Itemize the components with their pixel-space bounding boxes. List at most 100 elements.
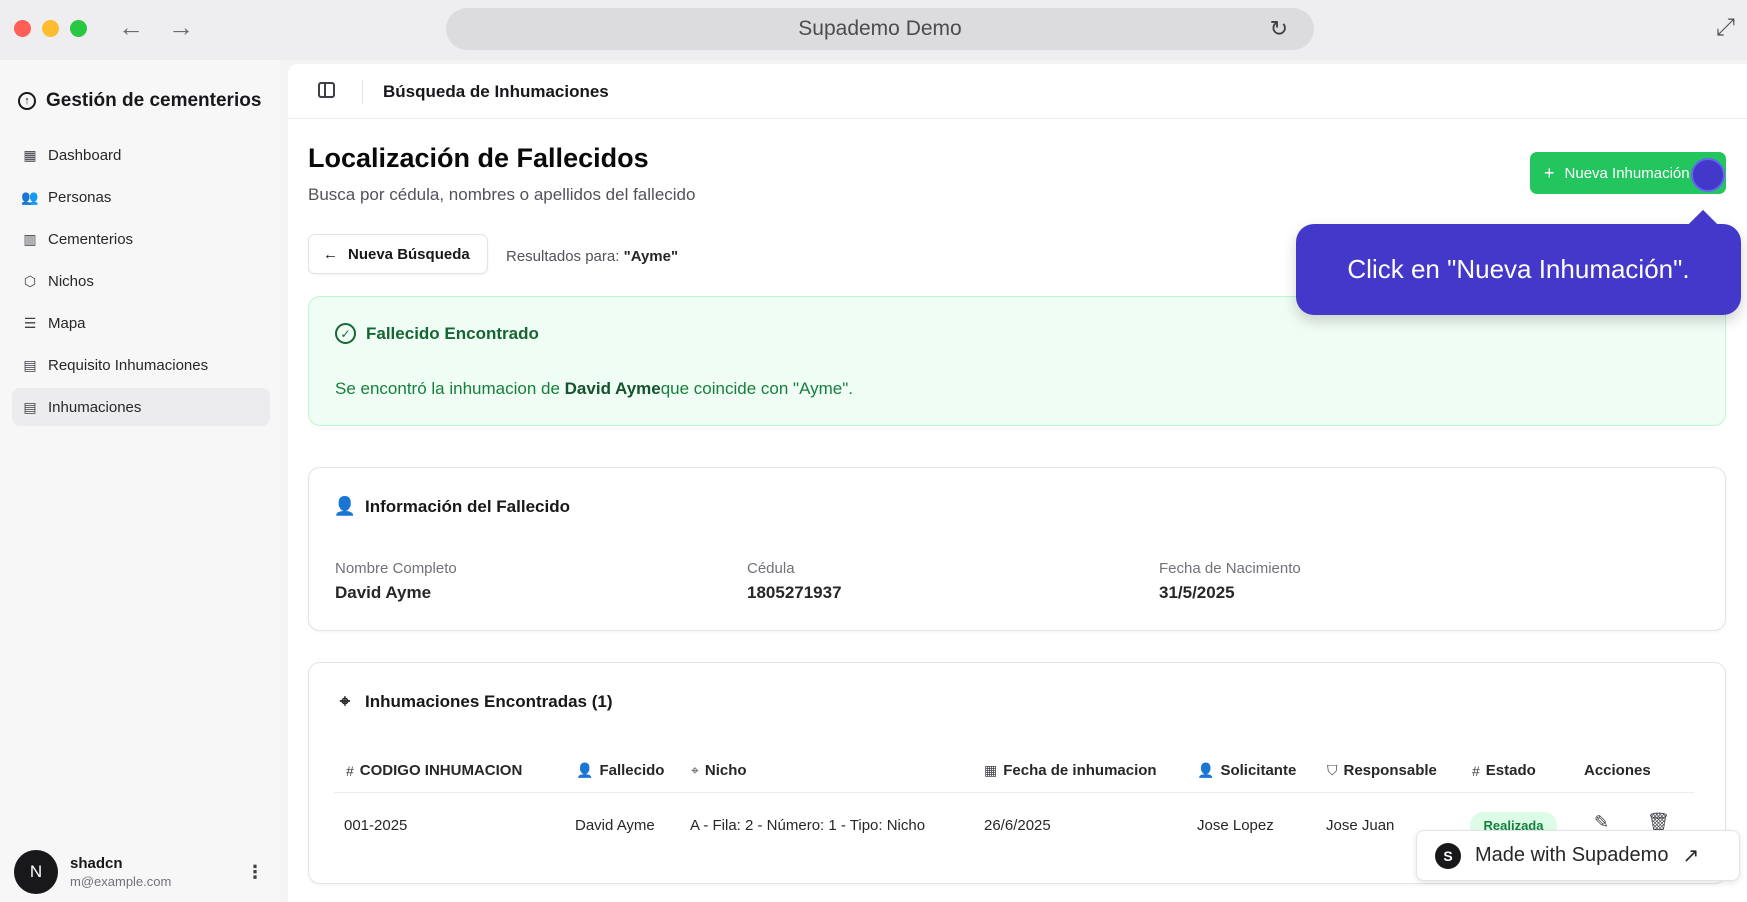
avatar: N bbox=[14, 850, 58, 894]
sidebar-item-label: Personas bbox=[48, 188, 112, 206]
sidebar-nav: ▦ Dashboard 👥 Personas ▥ Cementerios ⬡ N… bbox=[12, 136, 270, 430]
table-divider bbox=[334, 792, 1694, 793]
user-icon: 👤 bbox=[333, 496, 357, 516]
column-header-acciones: Acciones bbox=[1584, 762, 1651, 779]
found-alert: ✓ Fallecido Encontrado Se encontró la in… bbox=[308, 296, 1726, 426]
column-header-label: Nicho bbox=[704, 762, 747, 779]
found-msg-suffix: que coincide con "Ayme". bbox=[660, 379, 853, 398]
brand[interactable]: ↑ Gestión de cementerios bbox=[18, 90, 261, 112]
column-header-label: Estado bbox=[1485, 762, 1536, 779]
breadcrumb: Búsqueda de Inhumaciones bbox=[383, 82, 609, 101]
minimize-window-button[interactable] bbox=[42, 20, 59, 37]
new-search-button[interactable]: ← Nueva Búsqueda bbox=[308, 234, 488, 274]
cell-fecha: 26/6/2025 bbox=[984, 817, 1051, 834]
map-pin-icon: ⌖ bbox=[691, 762, 699, 778]
cell-responsable: Jose Juan bbox=[1326, 817, 1395, 834]
browser-chrome: ← → Supademo Demo ↻ ⤢ bbox=[0, 0, 1747, 60]
back-arrow-icon[interactable]: ← bbox=[118, 12, 144, 42]
topbar: Búsqueda de Inhumaciones bbox=[288, 64, 1747, 119]
field-nombre: Nombre Completo David Ayme bbox=[335, 560, 457, 603]
results-query-value: "Ayme" bbox=[623, 248, 679, 265]
dashboard-icon: ▦ bbox=[23, 146, 37, 163]
sidebar-item-personas[interactable]: 👥 Personas bbox=[12, 178, 270, 216]
sidebar-item-dashboard[interactable]: ▦ Dashboard bbox=[12, 136, 270, 174]
user-icon: 👤 bbox=[576, 762, 594, 778]
page-title: Localización de Fallecidos bbox=[308, 143, 649, 173]
sidebar-item-label: Mapa bbox=[48, 314, 86, 332]
tooltip-text: Click en "Nueva Inhumación". bbox=[1347, 254, 1690, 284]
field-fecha-nacimiento: Fecha de Nacimiento 31/5/2025 bbox=[1159, 560, 1301, 603]
column-header-fallecido[interactable]: 👤 Fallecido bbox=[576, 762, 664, 779]
sidebar-item-label: Inhumaciones bbox=[48, 398, 142, 416]
document-icon: ▤ bbox=[23, 398, 37, 415]
supademo-badge[interactable]: S Made with Supademo ↗ bbox=[1416, 830, 1740, 881]
cell-fallecido: David Ayme bbox=[575, 817, 655, 834]
field-label: Fecha de Nacimiento bbox=[1159, 560, 1301, 577]
click-indicator bbox=[1691, 158, 1725, 192]
sidebar-item-cementerios[interactable]: ▥ Cementerios bbox=[12, 220, 270, 258]
field-cedula: Cédula 1805271937 bbox=[747, 560, 842, 603]
brand-title: Gestión de cementerios bbox=[46, 90, 262, 111]
hash-icon: # bbox=[346, 762, 354, 779]
arrow-left-icon: ← bbox=[323, 245, 338, 263]
found-msg-prefix: Se encontró la inhumacion de bbox=[335, 379, 565, 398]
box-icon: ⬡ bbox=[23, 272, 37, 289]
close-window-button[interactable] bbox=[14, 20, 31, 37]
forward-arrow-icon[interactable]: → bbox=[168, 12, 194, 42]
found-msg-name: David Ayme bbox=[564, 379, 661, 398]
external-link-icon: ↗ bbox=[1682, 845, 1700, 867]
sidebar-toggle-icon[interactable] bbox=[318, 82, 335, 98]
divider bbox=[362, 80, 363, 104]
sidebar-item-mapa[interactable]: ☰ Mapa bbox=[12, 304, 270, 342]
column-header-estado[interactable]: # Estado bbox=[1472, 762, 1536, 779]
column-header-label: Fecha de inhumacion bbox=[1003, 762, 1157, 779]
expand-icon[interactable]: ⤢ bbox=[1716, 14, 1735, 42]
column-header-responsable[interactable]: ⛉ Responsable bbox=[1327, 762, 1437, 779]
column-header-solicitante[interactable]: 👤 Solicitante bbox=[1197, 762, 1296, 779]
supademo-logo: S bbox=[1435, 842, 1461, 869]
new-inhumation-label: Nueva Inhumación bbox=[1564, 164, 1690, 182]
column-header-label: Responsable bbox=[1343, 762, 1437, 779]
column-header-codigo[interactable]: # CODIGO INHUMACION bbox=[346, 762, 522, 779]
maximize-window-button[interactable] bbox=[70, 20, 87, 37]
address-bar[interactable]: Supademo Demo ↻ bbox=[446, 8, 1314, 50]
deceased-info-card: 👤 Información del Fallecido Nombre Compl… bbox=[308, 467, 1726, 631]
sidebar-item-inhumaciones[interactable]: ▤ Inhumaciones bbox=[12, 388, 270, 426]
hash-icon: # bbox=[1472, 762, 1480, 779]
sidebar-item-requisito-inhumaciones[interactable]: ▤ Requisito Inhumaciones bbox=[12, 346, 270, 384]
user-profile[interactable]: N shadcn m@example.com ⋮ bbox=[14, 848, 264, 896]
shield-icon: ⛉ bbox=[1327, 762, 1338, 778]
table-title: Inhumaciones Encontradas (1) bbox=[365, 691, 613, 711]
list-icon: ☰ bbox=[23, 314, 37, 331]
cell-solicitante: Jose Lopez bbox=[1197, 817, 1274, 834]
field-label: Nombre Completo bbox=[335, 560, 457, 577]
sidebar-item-nichos[interactable]: ⬡ Nichos bbox=[12, 262, 270, 300]
field-value: David Ayme bbox=[335, 583, 432, 602]
map-pin-icon: ⌖ bbox=[339, 691, 351, 711]
column-header-nicho[interactable]: ⌖ Nicho bbox=[691, 762, 747, 779]
more-vertical-icon[interactable]: ⋮ bbox=[246, 862, 264, 883]
cell-codigo: 001-2025 bbox=[344, 817, 408, 834]
sidebar: ↑ Gestión de cementerios ▦ Dashboard 👥 P… bbox=[0, 60, 280, 902]
plus-icon: + bbox=[1544, 162, 1555, 183]
sidebar-item-label: Nichos bbox=[48, 272, 94, 290]
reload-icon[interactable]: ↻ bbox=[1270, 8, 1288, 50]
column-header-label: CODIGO INHUMACION bbox=[359, 762, 523, 779]
cell-nicho: A - Fila: 2 - Número: 1 - Tipo: Nicho bbox=[690, 817, 926, 834]
page-subtitle: Busca por cédula, nombres o apellidos de… bbox=[308, 185, 696, 204]
browser-title: Supademo Demo bbox=[798, 17, 962, 40]
field-value: 31/5/2025 bbox=[1159, 583, 1235, 602]
sidebar-item-label: Dashboard bbox=[48, 146, 122, 164]
column-header-fecha[interactable]: ▦ Fecha de inhumacion bbox=[984, 762, 1157, 779]
calendar-icon: ▦ bbox=[984, 762, 998, 778]
guide-tooltip: Click en "Nueva Inhumación". bbox=[1296, 224, 1741, 315]
user-check-icon: 👤 bbox=[1197, 762, 1215, 778]
sidebar-item-label: Cementerios bbox=[48, 230, 134, 248]
column-header-label: Fallecido bbox=[599, 762, 665, 779]
brand-circle-icon: ↑ bbox=[18, 92, 36, 110]
column-header-label: Acciones bbox=[1584, 762, 1651, 779]
field-value: 1805271937 bbox=[747, 583, 842, 602]
users-icon: 👥 bbox=[21, 188, 39, 205]
check-circle-icon: ✓ bbox=[335, 323, 356, 344]
building-icon: ▥ bbox=[23, 230, 37, 247]
